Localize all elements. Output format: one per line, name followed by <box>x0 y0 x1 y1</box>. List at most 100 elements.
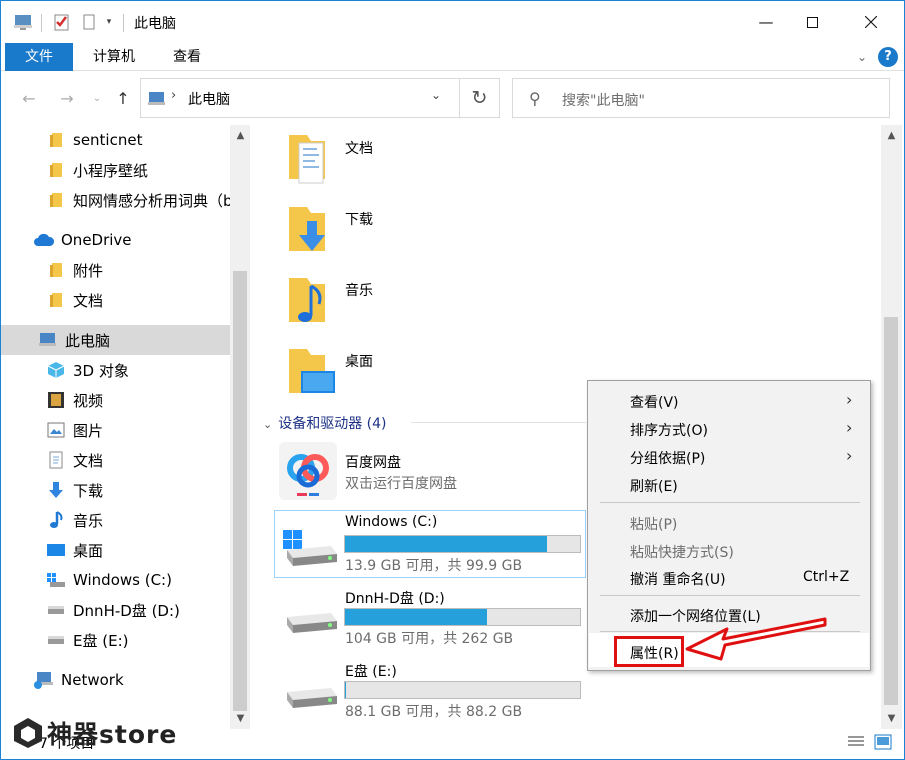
sidebar-item-label: OneDrive <box>61 231 132 249</box>
sidebar-item[interactable]: 图片 <box>1 415 230 445</box>
menu-shortcut: Ctrl+Z <box>803 569 850 585</box>
folder-label: 下载 <box>345 212 373 228</box>
tab-view[interactable]: 查看 <box>161 43 213 71</box>
minimize-button[interactable]: — <box>743 1 789 43</box>
sidebar-item[interactable]: 文档 <box>1 285 230 315</box>
explorer-app-icon[interactable] <box>9 11 37 33</box>
scroll-up-icon[interactable]: ▲ <box>232 127 249 144</box>
folder-icon <box>45 130 67 150</box>
search-placeholder: 搜索"此电脑" <box>562 93 645 109</box>
cloud-icon <box>33 230 55 250</box>
sidebar-item-label: Network <box>61 671 124 689</box>
menu-item-undo-rename[interactable]: 撤消 重命名(U) <box>630 569 726 589</box>
drive-name: DnnH-D盘 (D:) <box>345 591 445 607</box>
menu-item-view[interactable]: 查看(V) <box>630 392 679 412</box>
sidebar-item[interactable]: 此电脑 <box>1 325 230 355</box>
sidebar-item[interactable]: 小程序壁纸 <box>1 155 230 185</box>
tab-computer[interactable]: 计算机 <box>83 43 145 71</box>
desktop-folder-icon <box>289 349 335 393</box>
drive-usage-text: 104 GB 可用，共 262 GB <box>345 631 514 647</box>
baidu-netdisk-icon[interactable] <box>279 442 337 500</box>
content-scrollbar[interactable]: ▲ ▼ <box>881 125 902 729</box>
menu-item-paste-shortcut: 粘贴快捷方式(S) <box>630 545 734 561</box>
breadcrumb[interactable]: 此电脑 <box>188 89 230 109</box>
sidebar-item[interactable]: 文档 <box>1 445 230 475</box>
sidebar-item[interactable]: 3D 对象 <box>1 355 230 385</box>
folder-icon <box>45 260 67 280</box>
new-folder-quick-icon[interactable] <box>78 11 100 33</box>
sidebar-item[interactable]: 音乐 <box>1 505 230 535</box>
customize-qa-icon[interactable]: ▾ <box>102 11 116 33</box>
help-icon[interactable]: ? <box>878 47 898 67</box>
search-input[interactable]: ⚲ 搜索"此电脑" <box>512 78 890 118</box>
breadcrumb-chevron-icon[interactable]: › <box>171 88 176 103</box>
address-dropdown-icon[interactable]: ⌄ <box>431 88 441 102</box>
recent-locations-icon[interactable]: ⌄ <box>89 87 105 111</box>
close-button[interactable] <box>848 1 894 43</box>
drive-name: E盘 (E:) <box>345 664 397 680</box>
refresh-button[interactable]: ↻ <box>460 78 500 118</box>
film-icon <box>45 390 67 410</box>
maximize-button[interactable] <box>789 1 835 43</box>
menu-item-group[interactable]: 分组依据(P) <box>630 448 705 468</box>
sidebar-item[interactable]: 附件 <box>1 255 230 285</box>
properties-quick-icon[interactable] <box>51 11 73 33</box>
sidebar-item[interactable]: 视频 <box>1 385 230 415</box>
sidebar-item[interactable]: E盘 (E:) <box>1 625 230 655</box>
music-folder-icon <box>289 278 325 322</box>
downloads-folder-icon <box>289 207 325 251</box>
sidebar-item-label: E盘 (E:) <box>73 631 129 650</box>
sidebar-item-label: 文档 <box>73 291 104 310</box>
folder-label: 桌面 <box>345 354 373 370</box>
document-icon <box>45 450 67 470</box>
up-button[interactable]: ↑ <box>111 87 135 111</box>
folder-icon <box>45 160 67 180</box>
sidebar-item[interactable]: DnnH-D盘 (D:) <box>1 595 230 625</box>
menu-item-refresh[interactable]: 刷新(E) <box>630 476 678 496</box>
scroll-down-icon[interactable]: ▼ <box>883 710 900 727</box>
sidebar-scrollbar[interactable]: ▲ ▼ <box>230 125 250 729</box>
documents-folder-icon <box>289 135 325 184</box>
ribbon-expand-icon[interactable]: ⌄ <box>853 47 871 67</box>
address-bar[interactable]: › 此电脑 ⌄ <box>140 78 460 118</box>
sidebar-item[interactable]: 下载 <box>1 475 230 505</box>
sidebar-scroll-thumb[interactable] <box>233 271 247 711</box>
drive-icon[interactable] <box>281 684 339 720</box>
collapse-chevron-icon[interactable]: ⌄ <box>263 418 272 431</box>
watermark-text: 神器store <box>47 720 178 749</box>
content-scroll-thumb[interactable] <box>884 317 898 705</box>
drive-icon <box>45 600 67 620</box>
submenu-arrow-icon: › <box>846 418 853 437</box>
devices-section-header[interactable]: ⌄ 设备和驱动器 (4) <box>263 413 387 433</box>
menu-item-paste: 粘贴(P) <box>630 517 678 533</box>
drive-icon[interactable] <box>281 609 339 645</box>
folder-icon <box>45 190 67 210</box>
annotation-arrow-icon <box>685 617 827 661</box>
sidebar-item-label: 附件 <box>73 261 104 280</box>
back-button[interactable]: ← <box>17 87 41 111</box>
windows-drive-icon <box>281 528 339 572</box>
forward-button[interactable]: → <box>55 87 79 111</box>
music-icon <box>45 510 67 530</box>
tab-file[interactable]: 文件 <box>5 43 73 71</box>
sidebar-item[interactable]: Windows (C:) <box>1 565 230 595</box>
sidebar-item-label: 图片 <box>73 421 104 440</box>
scroll-down-icon[interactable]: ▼ <box>232 710 249 727</box>
sidebar-item[interactable]: Network <box>1 665 230 695</box>
drive-usage-text: 88.1 GB 可用，共 88.2 GB <box>345 704 523 720</box>
scroll-up-icon[interactable]: ▲ <box>883 127 900 144</box>
sidebar-item[interactable]: 桌面 <box>1 535 230 565</box>
drive-name: Windows (C:) <box>345 514 438 530</box>
section-title: 设备和驱动器 (4) <box>278 416 387 432</box>
menu-item-sort[interactable]: 排序方式(O) <box>630 420 708 440</box>
drive-icon <box>45 630 67 650</box>
sidebar-item[interactable]: 知网情感分析用词典（b <box>1 185 230 215</box>
download-icon <box>45 480 67 500</box>
sidebar-item[interactable]: OneDrive <box>1 225 230 255</box>
drive-usage-fill <box>345 609 487 625</box>
drive-subtitle: 双击运行百度网盘 <box>345 476 457 492</box>
sidebar-item[interactable]: senticnet <box>1 125 230 155</box>
window-title: 此电脑 <box>134 16 176 32</box>
large-icons-view-icon[interactable] <box>874 734 892 754</box>
details-view-icon[interactable] <box>847 735 865 753</box>
